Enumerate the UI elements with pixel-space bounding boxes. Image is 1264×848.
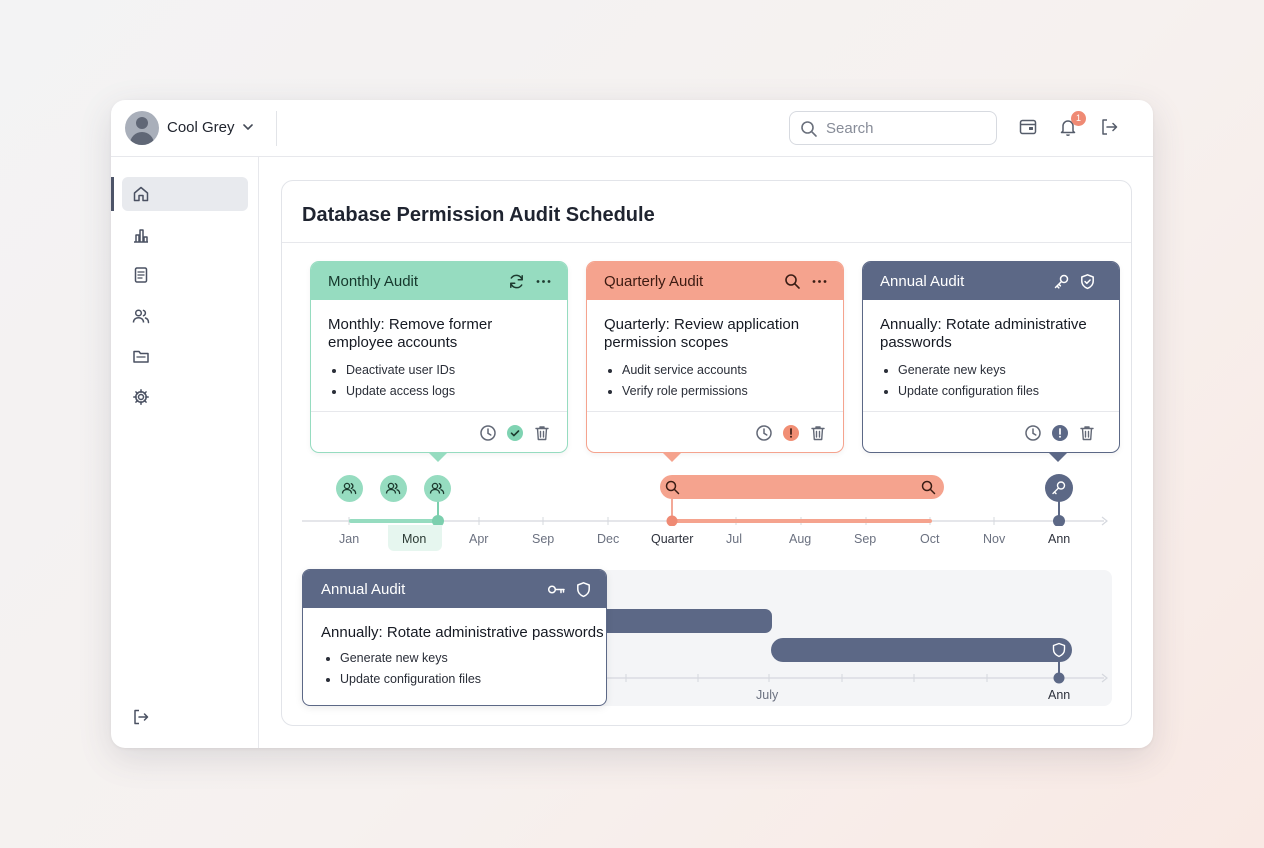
card-header-title: Monthly Audit (328, 273, 419, 290)
clock-icon[interactable] (479, 424, 497, 442)
card-title: Quarterly: Review application permission… (604, 316, 800, 351)
card-task-list: Generate new keys Update configuration f… (898, 360, 1039, 402)
alert-icon[interactable] (1051, 424, 1069, 442)
search-icon (801, 121, 817, 137)
gear-icon[interactable] (132, 388, 150, 406)
trash-icon[interactable] (533, 424, 551, 442)
refresh-icon[interactable] (508, 273, 525, 290)
top-divider (276, 111, 277, 146)
tick-label: Dec (597, 532, 620, 546)
tick-label: Ann (1048, 688, 1071, 702)
card-task-item: Update configuration files (340, 669, 481, 690)
card-task-item: Update access logs (346, 381, 455, 402)
card-header: Monthly Audit (311, 262, 567, 300)
card-pointer (663, 453, 681, 462)
card-header-title: Annual Audit (321, 581, 406, 598)
tick-label: Oct (920, 532, 940, 546)
clock-icon[interactable] (1024, 424, 1042, 442)
logout-icon[interactable] (132, 708, 150, 726)
card-title: Monthly: Remove former employee accounts (328, 316, 493, 351)
card-task-item: Generate new keys (898, 360, 1039, 381)
trash-icon[interactable] (1078, 424, 1096, 442)
calendar-icon[interactable] (1018, 117, 1038, 137)
chevron-down-icon[interactable] (241, 120, 255, 134)
tick-label: Aug (789, 532, 812, 546)
card-footer-divider (311, 411, 567, 412)
tick-label: Mon (402, 532, 427, 546)
avatar[interactable] (125, 111, 159, 145)
card-task-item: Generate new keys (340, 648, 481, 669)
tick-label: Ann (1048, 532, 1071, 546)
alert-icon[interactable] (782, 424, 800, 442)
check-icon[interactable] (506, 424, 524, 442)
card-task-list: Generate new keys Update configuration f… (340, 648, 481, 690)
card-task-item: Audit service accounts (622, 360, 748, 381)
sidebar (111, 157, 259, 748)
timeline-track (302, 475, 1108, 526)
trash-icon[interactable] (809, 424, 827, 442)
audit-schedule-panel: Database Permission Audit Schedule Month… (281, 180, 1132, 726)
card-pointer (1049, 453, 1067, 462)
search-box[interactable] (789, 111, 997, 145)
more-options-icon[interactable] (535, 273, 552, 290)
annual-audit-detail-card[interactable]: Annual Audit Annually: Rotate administra… (302, 569, 607, 706)
card-footer-divider (587, 411, 843, 412)
folder-icon[interactable] (132, 347, 150, 365)
card-pointer (429, 453, 447, 462)
tick-label: Sep (532, 532, 555, 546)
card-task-item: Verify role permissions (622, 381, 748, 402)
card-task-list: Deactivate user IDs Update access logs (346, 360, 455, 402)
users-icon[interactable] (132, 307, 150, 325)
card-header-title: Quarterly Audit (604, 273, 704, 290)
tick-label: Quarter (651, 532, 694, 546)
top-bar: Cool Grey 1 (111, 100, 1153, 157)
user-name[interactable]: Cool Grey (167, 119, 235, 136)
card-title: Annually: Rotate administrative password… (321, 624, 604, 641)
users-icon[interactable] (380, 475, 407, 502)
shield-icon[interactable] (1051, 642, 1067, 658)
search-icon[interactable] (784, 273, 801, 290)
clock-icon[interactable] (755, 424, 773, 442)
key-icon[interactable] (1053, 273, 1070, 290)
tick-label: Jan (339, 532, 360, 546)
quarterly-audit-card[interactable]: Quarterly Audit Quarterly: Review applic… (586, 261, 844, 453)
home-icon[interactable] (132, 185, 150, 203)
card-title: Annually: Rotate administrative password… (880, 316, 1087, 351)
card-footer-divider (863, 411, 1119, 412)
shield-icon[interactable] (575, 581, 592, 598)
bar-chart-icon[interactable] (132, 226, 150, 244)
more-options-icon[interactable] (811, 273, 828, 290)
annual-audit-card[interactable]: Annual Audit Annually: Rotate administra… (862, 261, 1120, 453)
card-task-item: Update configuration files (898, 381, 1039, 402)
card-task-list: Audit service accounts Verify role permi… (622, 360, 748, 402)
search-icon[interactable] (665, 480, 680, 495)
page-title: Database Permission Audit Schedule (302, 204, 655, 226)
monthly-audit-card[interactable]: Monthly Audit Monthly: Remove former emp… (310, 261, 568, 453)
tick-label: July (756, 688, 779, 702)
card-header: Annual Audit (303, 570, 606, 608)
search-icon[interactable] (921, 480, 936, 495)
notification-badge: 1 (1071, 111, 1086, 126)
card-header: Quarterly Audit (587, 262, 843, 300)
tick-label: Nov (983, 532, 1006, 546)
tick-label: Jul (726, 532, 742, 546)
shield-check-icon[interactable] (1079, 273, 1096, 290)
search-input[interactable] (826, 118, 986, 138)
users-icon[interactable] (424, 475, 451, 502)
logout-icon[interactable] (1099, 117, 1119, 137)
card-header-title: Annual Audit (880, 273, 965, 290)
users-icon[interactable] (336, 475, 363, 502)
sidebar-active-indicator (111, 177, 114, 211)
card-header: Annual Audit (863, 262, 1119, 300)
card-task-item: Deactivate user IDs (346, 360, 455, 381)
document-icon[interactable] (132, 266, 150, 284)
key-icon[interactable] (547, 581, 566, 598)
tick-label: Sep (854, 532, 877, 546)
key-icon[interactable] (1045, 474, 1073, 502)
app-window: Cool Grey 1 Database Permission Audit Sc… (111, 100, 1153, 748)
panel-divider (282, 242, 1131, 243)
tick-label: Apr (469, 532, 489, 546)
